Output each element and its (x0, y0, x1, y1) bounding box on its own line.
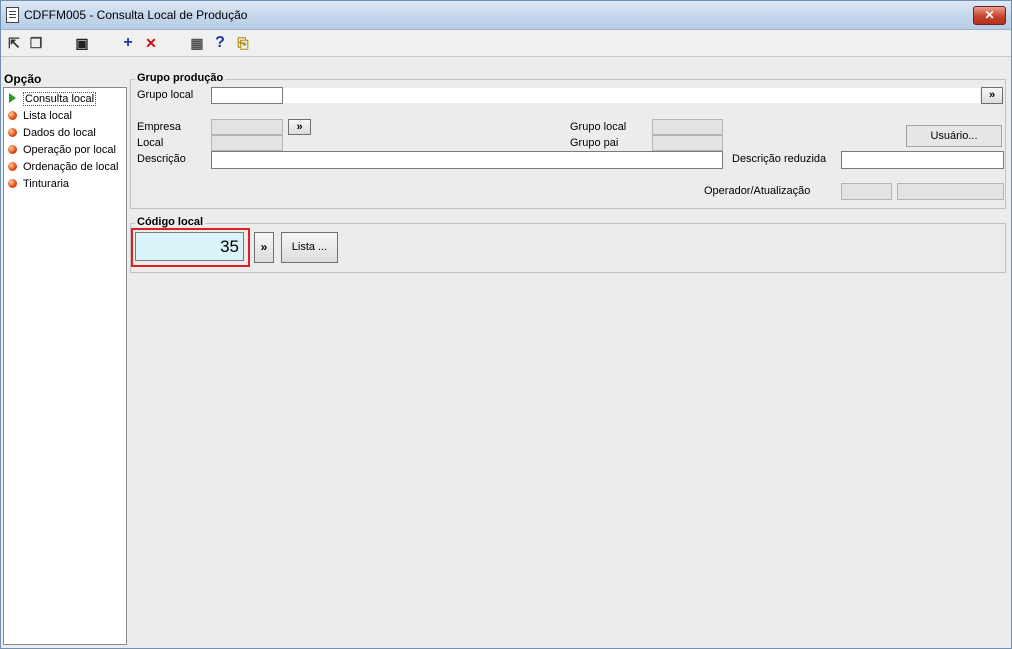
sidebar-item-operacao-por-local[interactable]: Operação por local (8, 143, 116, 158)
grupo-local-input[interactable] (211, 87, 283, 104)
calendar-icon[interactable]: ▦ (188, 34, 206, 52)
codigo-local-title: Código local (135, 216, 205, 228)
descricao-reduzida-input[interactable] (841, 151, 1004, 169)
codigo-local-highlight: 35 (131, 228, 250, 267)
windows-icon[interactable]: ❐ (27, 34, 45, 52)
bullet-icon (8, 162, 17, 171)
sidebar: Opção Consulta local Lista local Dados d… (1, 57, 128, 648)
local-input (211, 135, 283, 151)
close-button[interactable]: ✕ (973, 6, 1006, 25)
usuario-button[interactable]: Usuário... (906, 125, 1002, 147)
codigo-local-value: 35 (220, 237, 239, 256)
lista-button[interactable]: Lista ... (281, 232, 338, 263)
grupo-producao-title: Grupo produção (135, 72, 226, 84)
atualizacao-input (897, 183, 1004, 200)
grupo-pai-input (652, 135, 723, 151)
grupo-pai-label: Grupo pai (570, 137, 619, 149)
grupo-local-2-input (652, 119, 723, 135)
arrow-icon[interactable]: ⇱ (5, 34, 23, 52)
bullet-icon (8, 179, 17, 188)
toolbar: ⇱ ❐ ▣ + ✕ ▦ ? ⎘ (1, 30, 1011, 57)
save-icon[interactable]: ▣ (73, 34, 91, 52)
descricao-label: Descrição (137, 153, 186, 165)
main-window: CDFFM005 - Consulta Local de Produção ✕ … (0, 0, 1012, 649)
bullet-icon (8, 145, 17, 154)
title-bar: CDFFM005 - Consulta Local de Produção ✕ (1, 1, 1011, 30)
window-title: CDFFM005 - Consulta Local de Produção (24, 8, 248, 22)
sidebar-title: Opção (4, 72, 42, 86)
option-list: Consulta local Lista local Dados do loca… (3, 87, 127, 645)
bullet-icon (8, 111, 17, 120)
sidebar-item-consulta-local[interactable]: Consulta local (8, 92, 97, 107)
sidebar-item-dados-do-local[interactable]: Dados do local (8, 126, 96, 141)
operador-atualizacao-label: Operador/Atualização (704, 185, 811, 197)
descricao-reduzida-label: Descrição reduzida (732, 153, 827, 165)
sidebar-item-lista-local[interactable]: Lista local (8, 109, 72, 124)
document-icon (6, 7, 19, 23)
descricao-input[interactable] (211, 151, 723, 169)
empresa-label: Empresa (137, 121, 182, 133)
sidebar-item-ordenacao-de-local[interactable]: Ordenação de local (8, 160, 118, 175)
empresa-input (211, 119, 283, 135)
local-label: Local (137, 137, 164, 149)
exit-icon[interactable]: ⎘ (234, 34, 252, 52)
sidebar-item-tinturaria[interactable]: Tinturaria (8, 177, 69, 192)
grupo-local-label: Grupo local (137, 89, 194, 101)
grupo-local-description (283, 88, 980, 103)
add-icon[interactable]: + (119, 34, 137, 52)
empresa-lookup-button[interactable]: » (288, 119, 311, 135)
bullet-icon (8, 128, 17, 137)
grupo-local-lookup-button[interactable]: » (981, 87, 1003, 104)
help-icon[interactable]: ? (211, 34, 229, 52)
codigo-local-lookup-button[interactable]: » (254, 232, 274, 263)
operador-input (841, 183, 892, 200)
delete-icon[interactable]: ✕ (142, 34, 160, 52)
grupo-local-2-label: Grupo local (570, 121, 627, 133)
codigo-local-input[interactable]: 35 (135, 232, 244, 261)
play-arrow-icon (9, 93, 16, 103)
